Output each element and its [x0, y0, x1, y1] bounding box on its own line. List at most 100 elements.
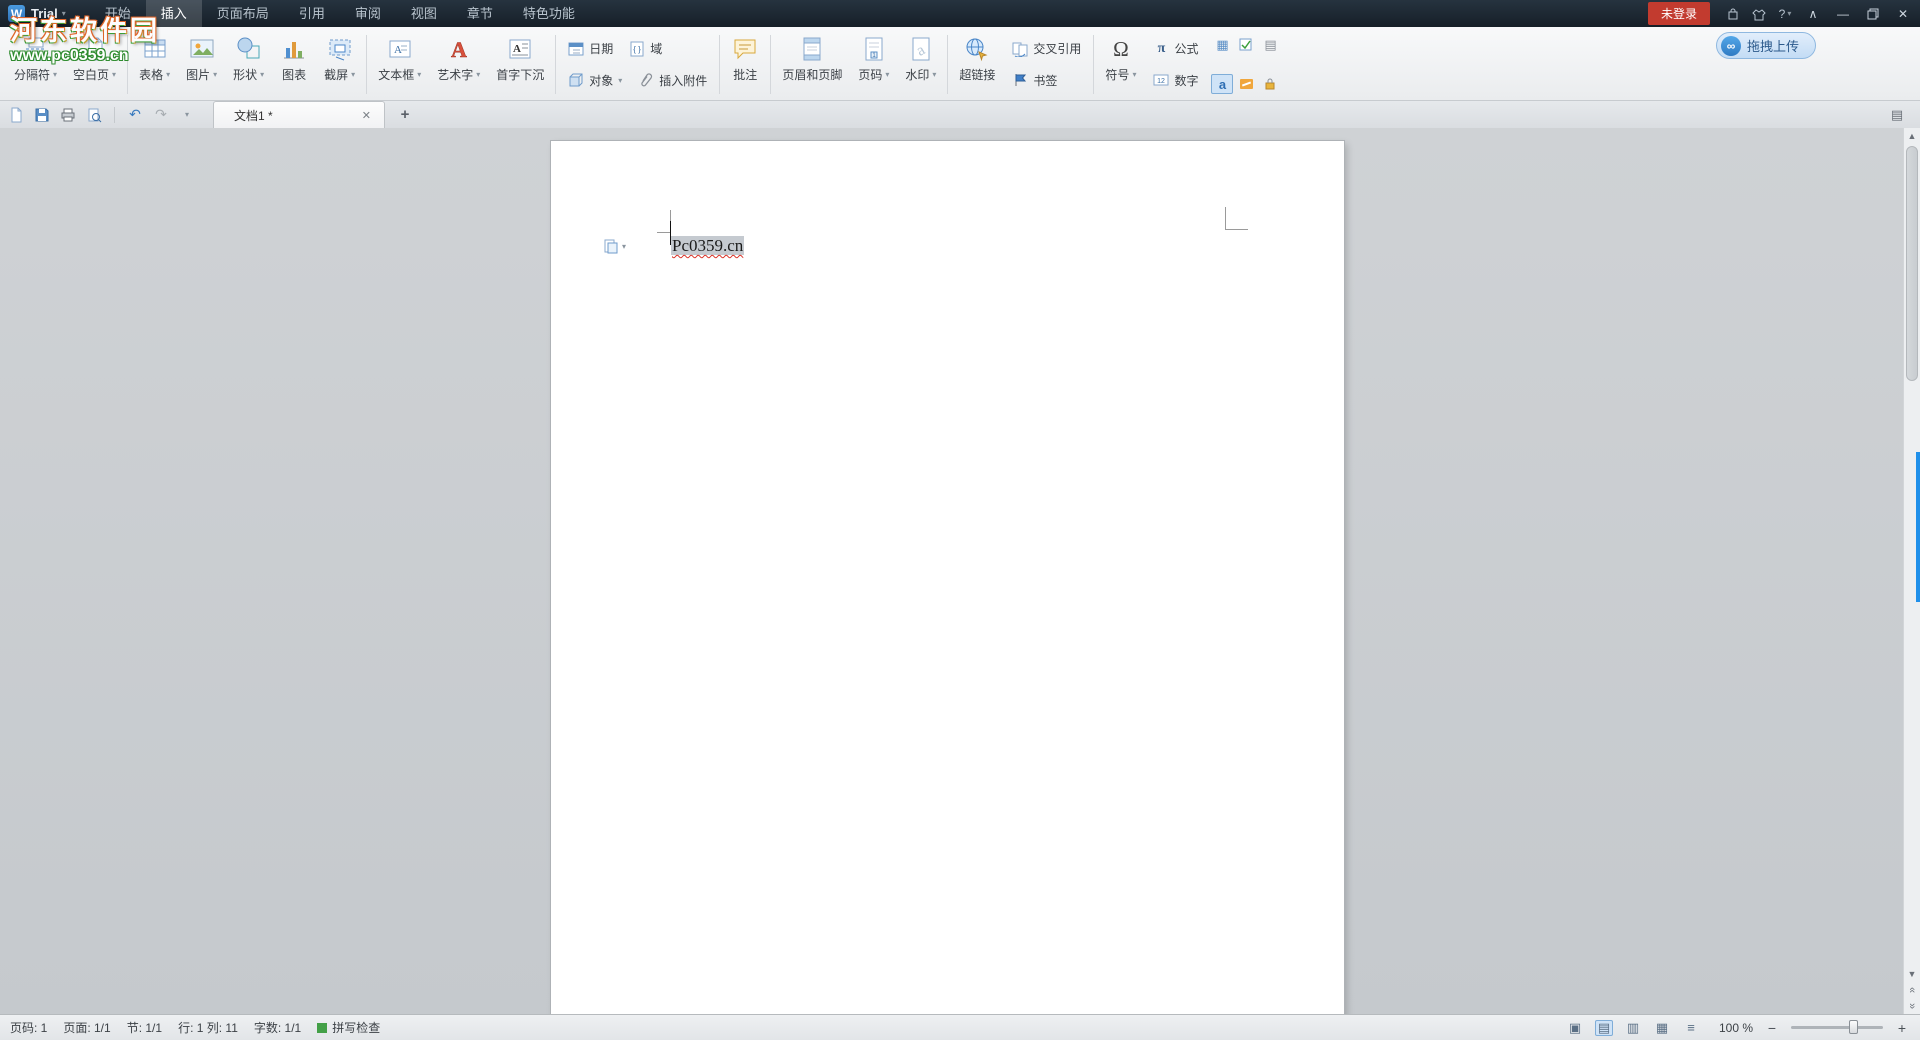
new-tab-button[interactable]: + [395, 105, 415, 125]
dropcap-button[interactable]: A 首字下沉 [488, 31, 552, 98]
help-icon[interactable]: ? ▾ [1774, 4, 1796, 24]
table-button[interactable]: 表格▾ [131, 31, 178, 98]
wps-logo-icon[interactable]: W [8, 5, 25, 22]
blank-page-button[interactable]: 空白页▾ [65, 31, 124, 98]
app-menu-button[interactable]: Trial ▾ [25, 0, 76, 27]
previous-page-icon[interactable]: « [1904, 982, 1920, 998]
document-text[interactable]: Pc0359.cn [671, 235, 744, 257]
highlighter-button[interactable] [1235, 74, 1257, 94]
toolbar-divider [114, 107, 115, 123]
save-button[interactable] [32, 105, 52, 125]
frame-tool-button[interactable]: ▦ [1211, 35, 1233, 55]
doc-parts-tool-button[interactable]: ▤ [1259, 35, 1281, 55]
paste-options-button[interactable]: ▾ [601, 237, 628, 255]
document-area[interactable]: ▾ Pc0359.cn [0, 128, 1920, 1014]
scroll-up-icon[interactable]: ▲ [1904, 128, 1920, 144]
chevron-down-icon: ▾ [166, 70, 170, 79]
close-tab-icon[interactable]: ✕ [359, 109, 374, 122]
chevron-down-icon: ▾ [476, 70, 480, 79]
attachment-button[interactable]: 插入附件 [631, 68, 714, 92]
drag-upload-button[interactable]: ∞ 拖拽上传 [1716, 32, 1816, 59]
scrollbar-thumb[interactable] [1906, 146, 1918, 381]
svg-text:A: A [513, 43, 521, 55]
skin-icon[interactable] [1748, 4, 1770, 24]
number-button[interactable]: 12 数字 [1146, 68, 1205, 92]
phonetic-guide-button[interactable]: a [1211, 74, 1233, 94]
lock-button[interactable] [1259, 74, 1281, 94]
drag-upload-label: 拖拽上传 [1747, 36, 1799, 55]
close-icon[interactable]: ✕ [1890, 4, 1916, 24]
object-icon [568, 72, 584, 88]
date-button[interactable]: 日期 [561, 37, 620, 61]
status-page-number: 页码: 1 [10, 1019, 47, 1036]
doc-lines-icon: ▤ [1264, 37, 1276, 53]
selected-text[interactable]: Pc0359.cn [671, 236, 744, 255]
shape-button[interactable]: 形状▾ [225, 31, 272, 98]
login-button[interactable]: 未登录 [1648, 2, 1710, 25]
picture-button[interactable]: 图片▾ [178, 31, 225, 98]
spellcheck-status[interactable]: 拼写检查 [317, 1019, 380, 1036]
field-button[interactable]: { } 域 [622, 37, 669, 61]
page-view-icon[interactable]: ▤ [1595, 1020, 1613, 1036]
tab-home[interactable]: 开始 [90, 0, 146, 27]
tab-insert[interactable]: 插入 [146, 0, 202, 27]
comment-label: 批注 [733, 66, 757, 83]
tab-section[interactable]: 章节 [452, 0, 508, 27]
chart-button[interactable]: 图表 [272, 31, 316, 98]
minimize-icon[interactable]: — [1830, 4, 1856, 24]
screenshot-button[interactable]: 截屏▾ [316, 31, 363, 98]
print-layout-view-icon[interactable]: ▣ [1566, 1020, 1584, 1036]
menu-tabs: 开始 插入 页面布局 引用 审阅 视图 章节 特色功能 [90, 0, 590, 27]
scroll-down-icon[interactable]: ▼ [1904, 966, 1920, 982]
field-label: 域 [650, 40, 662, 57]
undo-history-dropdown[interactable]: ▾ [177, 105, 197, 125]
task-pane-icon[interactable]: ▤ [1888, 106, 1906, 124]
comment-button[interactable]: 批注 [723, 31, 767, 98]
formula-button[interactable]: π 公式 [1146, 37, 1205, 61]
document-tab-bar: ↶ ↷ ▾ 文档1 * ✕ + ▤ [0, 101, 1920, 128]
undo-button[interactable]: ↶ [125, 105, 145, 125]
chart-label: 图表 [282, 66, 306, 83]
web-layout-view-icon[interactable]: ▥ [1624, 1020, 1642, 1036]
print-preview-button[interactable] [84, 105, 104, 125]
crossref-button[interactable]: 交叉引用 [1005, 37, 1088, 61]
document-page[interactable]: ▾ Pc0359.cn [551, 141, 1344, 1014]
zoom-level[interactable]: 100 % [1711, 1021, 1753, 1035]
zoom-in-button[interactable]: + [1894, 1020, 1910, 1036]
redo-button[interactable]: ↷ [151, 105, 171, 125]
tab-references[interactable]: 引用 [284, 0, 340, 27]
bookmark-button[interactable]: 书签 [1005, 68, 1064, 92]
store-icon[interactable] [1722, 4, 1744, 24]
tab-review[interactable]: 审阅 [340, 0, 396, 27]
collapse-ribbon-icon[interactable]: ∧ [1800, 4, 1826, 24]
textbox-button[interactable]: A 文本框▾ [370, 31, 429, 98]
zoom-slider-thumb[interactable] [1849, 1020, 1858, 1034]
statusbar-right-controls: ▣ ▤ ▥ ▦ ≡ 100 % − + [1566, 1020, 1910, 1036]
object-button[interactable]: 对象 ▾ [561, 68, 629, 92]
checkbox-tool-button[interactable] [1235, 35, 1257, 55]
print-button[interactable] [58, 105, 78, 125]
watermark-button[interactable]: a 水印▾ [897, 31, 944, 98]
outline-view-icon[interactable]: ▦ [1653, 1020, 1671, 1036]
hyperlink-button[interactable]: 超链接 [951, 31, 1003, 98]
separator-button[interactable]: 分隔符▾ [6, 31, 65, 98]
status-word-count[interactable]: 字数: 1/1 [254, 1019, 301, 1036]
ribbon-group-comment: 批注 [723, 31, 767, 98]
tab-view[interactable]: 视图 [396, 0, 452, 27]
restore-icon[interactable] [1860, 4, 1886, 24]
next-page-icon[interactable]: » [1904, 998, 1920, 1014]
page-number-button[interactable]: 1 页码▾ [850, 31, 897, 98]
undo-icon: ↶ [129, 106, 141, 123]
chart-icon [280, 34, 308, 64]
document-tab[interactable]: 文档1 * ✕ [213, 101, 385, 128]
wordart-button[interactable]: A 艺术字▾ [429, 31, 488, 98]
fullscreen-view-icon[interactable]: ≡ [1682, 1020, 1700, 1036]
zoom-slider[interactable] [1791, 1026, 1883, 1029]
tab-special-features[interactable]: 特色功能 [508, 0, 590, 27]
zoom-out-button[interactable]: − [1764, 1020, 1780, 1036]
symbol-button[interactable]: Ω 符号▾ [1097, 31, 1144, 98]
header-footer-button[interactable]: 页眉和页脚 [774, 31, 850, 98]
new-document-button[interactable] [6, 105, 26, 125]
symbol-label: 符号 [1105, 66, 1129, 83]
tab-page-layout[interactable]: 页面布局 [202, 0, 284, 27]
